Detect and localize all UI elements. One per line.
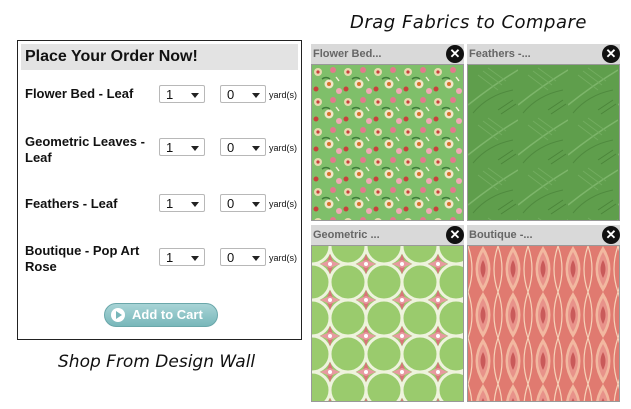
- fabric-card-flower-bed[interactable]: Flower Bed... ✕: [311, 44, 464, 221]
- fabric-card-boutique[interactable]: Boutique -... ✕: [467, 225, 620, 402]
- shop-caption: Shop From Design Wall: [58, 352, 256, 372]
- fraction-value: 0: [227, 87, 235, 102]
- fraction-select[interactable]: 0: [220, 248, 266, 266]
- close-icon[interactable]: ✕: [446, 226, 464, 244]
- fabric-swatch-geometric: [311, 245, 464, 402]
- quantity-value: 1: [166, 140, 174, 155]
- unit-label: yard(s): [269, 199, 298, 209]
- fabric-card-title: Feathers -...: [467, 44, 620, 64]
- fabric-swatch-feathers: [467, 64, 620, 221]
- quantity-select[interactable]: 1: [159, 85, 205, 103]
- fraction-select[interactable]: 0: [220, 85, 266, 103]
- quantity-select[interactable]: 1: [159, 138, 205, 156]
- chevron-down-icon: [252, 146, 260, 151]
- order-panel: Place Your Order Now! Flower Bed - Leaf …: [17, 40, 302, 340]
- order-header: Place Your Order Now!: [21, 44, 298, 70]
- product-name: Flower Bed - Leaf: [25, 86, 134, 101]
- product-name: Feathers - Leaf: [25, 196, 118, 211]
- chevron-down-icon: [252, 202, 260, 207]
- flower-pattern: [312, 65, 463, 220]
- add-to-cart-label: Add to Cart: [132, 307, 203, 322]
- quantity-value: 1: [166, 196, 174, 211]
- fabric-card-feathers[interactable]: Feathers -... ✕: [467, 44, 620, 221]
- close-icon[interactable]: ✕: [602, 45, 620, 63]
- add-to-cart-button[interactable]: Add to Cart: [104, 303, 218, 327]
- chevron-down-icon: [191, 256, 199, 261]
- product-name: Geometric Leaves - Leaf: [25, 134, 145, 165]
- unit-label: yard(s): [269, 143, 298, 153]
- close-icon[interactable]: ✕: [602, 226, 620, 244]
- geometric-pattern: [312, 246, 463, 401]
- fraction-select[interactable]: 0: [220, 138, 266, 156]
- fabric-card-title: Boutique -...: [467, 225, 620, 245]
- drag-title: Drag Fabrics to Compare: [350, 12, 587, 33]
- product-name: Boutique - Pop Art Rose: [25, 243, 140, 274]
- fabric-card-geometric[interactable]: Geometric ... ✕: [311, 225, 464, 402]
- chevron-down-icon: [252, 256, 260, 261]
- unit-label: yard(s): [269, 90, 298, 100]
- close-icon[interactable]: ✕: [446, 45, 464, 63]
- fabric-swatch-boutique: [467, 245, 620, 402]
- chevron-down-icon: [191, 202, 199, 207]
- quantity-select[interactable]: 1: [159, 194, 205, 212]
- fabric-swatch-flower-bed: [311, 64, 464, 221]
- chevron-down-icon: [252, 93, 260, 98]
- feathers-pattern: [468, 65, 619, 220]
- fraction-value: 0: [227, 250, 235, 265]
- quantity-select[interactable]: 1: [159, 248, 205, 266]
- chevron-down-icon: [191, 93, 199, 98]
- fabric-card-title: Geometric ...: [311, 225, 464, 245]
- fraction-value: 0: [227, 140, 235, 155]
- fraction-value: 0: [227, 196, 235, 211]
- fraction-select[interactable]: 0: [220, 194, 266, 212]
- play-icon: [111, 308, 125, 322]
- unit-label: yard(s): [269, 253, 298, 263]
- boutique-pattern: [468, 246, 619, 401]
- chevron-down-icon: [191, 146, 199, 151]
- quantity-value: 1: [166, 250, 174, 265]
- quantity-value: 1: [166, 87, 174, 102]
- fabric-card-title: Flower Bed...: [311, 44, 464, 64]
